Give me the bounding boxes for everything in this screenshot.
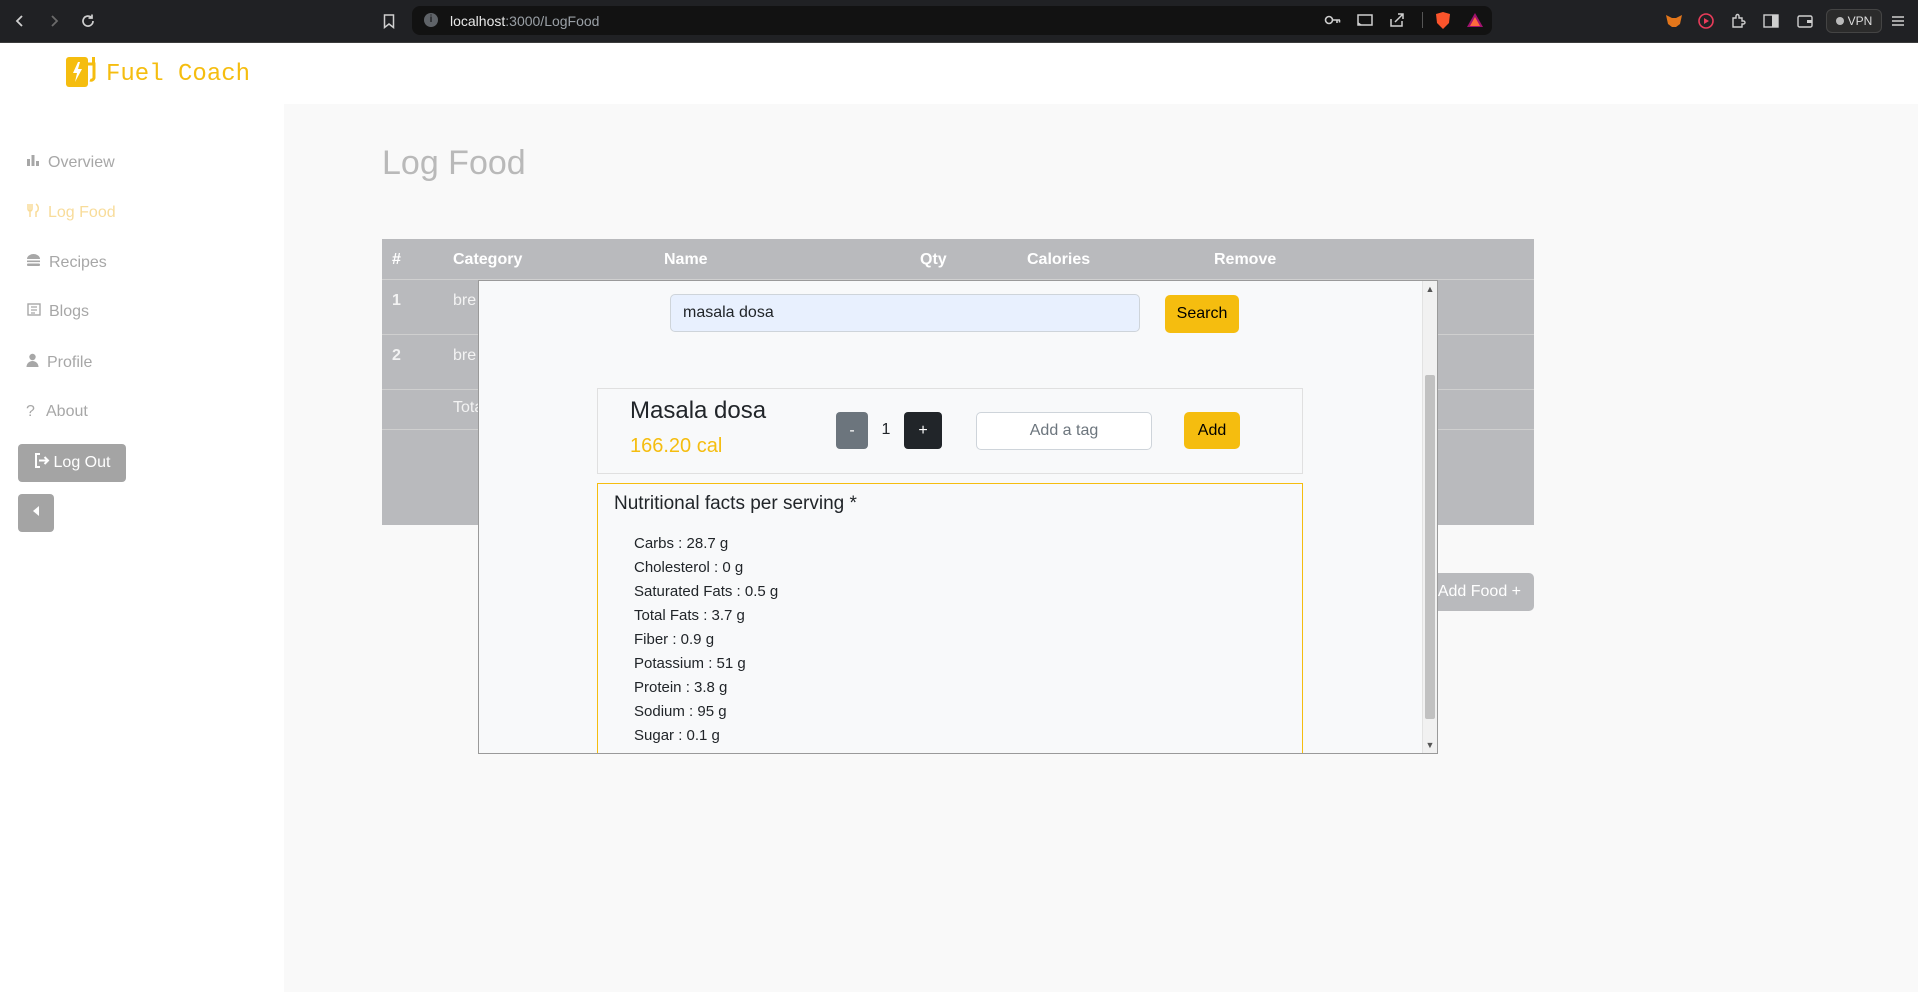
nutrition-title: Nutritional facts per serving * [614,493,857,514]
sidebar-item-label: Blogs [49,303,90,320]
column-header: Category [453,251,523,268]
collapse-sidebar-button[interactable] [18,494,54,532]
bookmark-icon[interactable] [379,11,399,31]
reload-icon[interactable] [78,11,98,31]
column-header: Remove [1214,251,1277,268]
url-path: :3000/LogFood [505,13,600,29]
nutrition-fact-cholesterol: Cholesterol : 0 g [634,559,744,576]
row-category: bre [453,292,477,309]
brave-rewards-icon[interactable] [1466,12,1484,33]
logout-label: Log Out [53,454,111,471]
vpn-label: VPN [1847,14,1873,28]
add-label: Add [1197,421,1227,439]
nutrition-fact-sodium: Sodium : 95 g [634,703,727,720]
column-header: # [392,251,401,268]
food-search-input[interactable] [670,294,1140,332]
increase-quantity-button[interactable]: + [904,412,942,449]
nutrition-fact-saturated-fats: Saturated Fats : 0.5 g [634,583,779,600]
modal-scrollbar[interactable]: ▲ ▼ [1422,281,1437,753]
search-button[interactable]: Search [1165,295,1239,333]
menu-icon[interactable] [1888,11,1908,31]
extensions-puzzle-icon[interactable] [1728,11,1748,31]
brand-logo[interactable]: Fuel Coach [64,54,250,95]
url-text: localhost:3000/LogFood [450,13,599,29]
media-play-icon[interactable] [1696,11,1716,31]
tag-input[interactable] [976,412,1152,450]
sidebar-toggle-icon[interactable] [1761,11,1781,31]
back-icon[interactable] [10,11,30,31]
nutrition-fact-potassium: Potassium : 51 g [634,655,746,672]
vpn-button[interactable]: VPN [1826,9,1882,33]
nutrition-facts-panel: Nutritional facts per serving * Carbs : … [597,483,1303,753]
row-index: 1 [392,292,401,309]
sidebar-item-label: About [46,403,88,420]
search-label: Search [1176,305,1228,322]
page-title: Log Food [382,144,526,182]
decrease-quantity-button[interactable]: - [836,412,868,449]
sidebar [0,104,284,992]
sidebar-item-label: Overview [48,153,115,171]
metamask-icon[interactable] [1664,11,1684,31]
scroll-thumb[interactable] [1425,375,1435,719]
utensils-icon [26,203,40,223]
nutrition-fact-total-fats: Total Fats : 3.7 g [634,607,745,624]
question-icon: ? [26,403,35,420]
sidebar-item-label: Log Food [48,204,116,221]
nutrition-fact-sugar: Sugar : 0.1 g [634,727,720,744]
address-bar[interactable]: i localhost:3000/LogFood [412,6,1492,35]
sidebar-item-log-food[interactable]: Log Food [26,203,116,223]
browser-toolbar: i localhost:3000/LogFood VPN [0,0,1918,43]
sidebar-item-profile[interactable]: Profile [26,353,92,372]
url-host: localhost [450,13,506,29]
fuel-pump-icon [64,54,100,95]
burger-icon [26,253,41,272]
brave-shield-icon[interactable] [1434,11,1452,35]
minus-label: - [849,421,855,439]
newspaper-icon [26,303,41,321]
nutrition-list: Carbs : 28.7 g Cholesterol : 0 g Saturat… [634,532,778,748]
quantity-value: 1 [881,421,891,438]
nutrition-fact-protein: Protein : 3.8 g [634,679,728,696]
sidebar-item-label: Recipes [49,253,107,271]
divider [1422,12,1423,28]
sidebar-item-blogs[interactable]: Blogs [26,303,89,321]
sidebar-item-recipes[interactable]: Recipes [26,253,107,272]
add-food-label: Add Food + [1437,583,1521,600]
sidebar-item-overview[interactable]: Overview [26,153,115,172]
share-icon[interactable] [1388,12,1406,33]
food-calories: 166.20 cal [630,435,723,457]
cast-icon[interactable] [1356,12,1374,33]
column-header: Calories [1027,251,1091,268]
nutrition-fact-fiber: Fiber : 0.9 g [634,631,715,648]
sidebar-item-label: Profile [47,353,93,371]
scroll-up-icon[interactable]: ▲ [1423,283,1437,295]
vpn-status-icon [1835,17,1844,25]
plus-label: + [918,421,928,439]
nutrition-fact-carbs: Carbs : 28.7 g [634,535,729,552]
table-header: # Category Name Qty Calories Remove [382,239,1534,280]
scroll-down-icon[interactable]: ▼ [1423,739,1437,751]
food-search-modal: Search Masala dosa 166.20 cal - 1 + Add … [478,280,1438,754]
column-header: Name [664,251,708,268]
column-header: Qty [920,251,947,268]
logout-button[interactable]: Log Out [18,444,126,482]
row-category: bre [453,347,477,364]
key-icon[interactable] [1324,12,1342,33]
add-food-button[interactable]: Add Food + [1430,573,1534,611]
sign-out-icon [34,453,50,473]
caret-left-icon [32,504,40,522]
food-name: Masala dosa [630,397,767,424]
user-icon [26,353,39,372]
add-food-to-log-button[interactable]: Add [1184,412,1240,449]
row-index: 2 [392,347,401,364]
food-result-card: Masala dosa 166.20 cal - 1 + Add [597,388,1303,474]
bar-chart-icon [26,153,40,172]
info-icon[interactable]: i [424,13,438,27]
sidebar-item-about[interactable]: ? About [26,403,88,421]
forward-icon[interactable] [44,11,64,31]
brand-name: Fuel Coach [106,61,251,88]
wallet-icon[interactable] [1795,11,1815,31]
